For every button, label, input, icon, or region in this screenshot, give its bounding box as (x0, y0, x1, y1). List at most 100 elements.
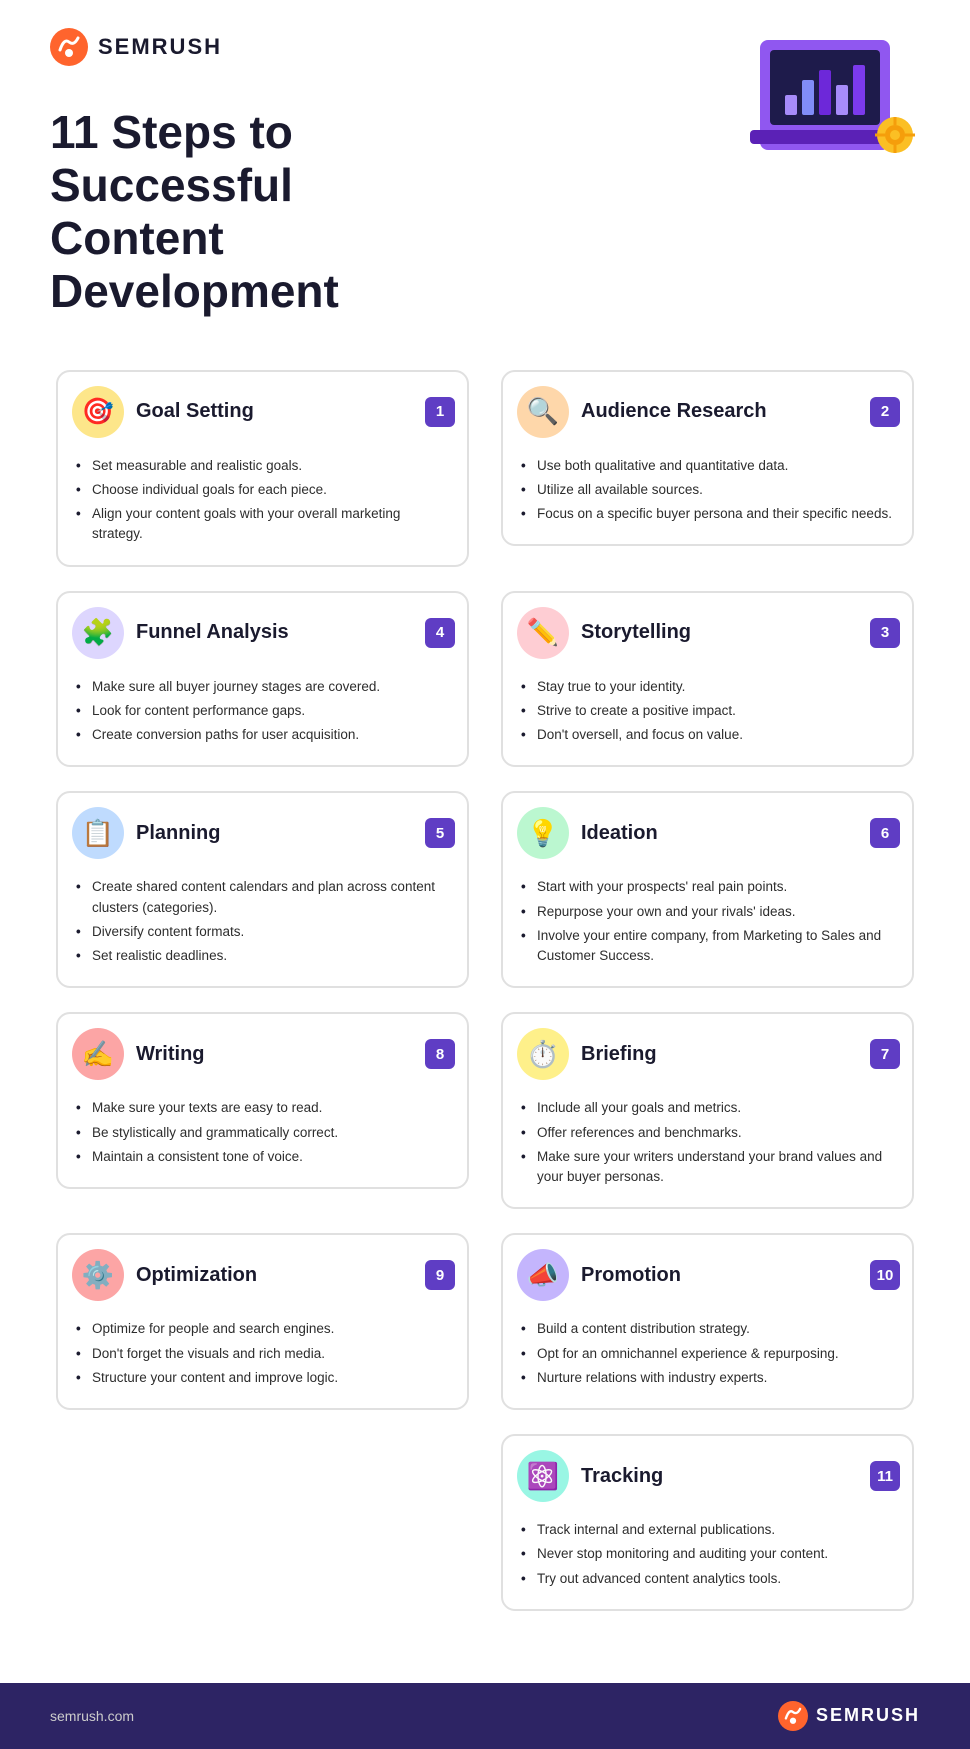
step-number-6: 6 (870, 818, 900, 848)
step-cell-10: 📣 Promotion10 Build a content distribution… (485, 1221, 930, 1422)
step-header-11: ⚛️Tracking11 (503, 1436, 912, 1516)
step-bullets-4: Make sure all buyer journey stages are c… (58, 673, 467, 766)
step-card-2: 🔍 Audience Research2 Use both qualitative … (501, 370, 914, 547)
list-item: Stay true to your identity. (521, 677, 894, 697)
list-item: Build a content distribution strategy. (521, 1319, 894, 1339)
step-number-9: 9 (425, 1260, 455, 1290)
step-bullets-9: Optimize for people and search engines. D… (58, 1315, 467, 1408)
step-header-6: 💡Ideation6 (503, 793, 912, 873)
step-card-4: 🧩 Funnel Analysis4 Make sure all buyer jou… (56, 591, 469, 768)
step-number-3: 3 (870, 618, 900, 648)
step-bullets-6: Start with your prospects' real pain poi… (503, 873, 912, 986)
list-item: Make sure your texts are easy to read. (76, 1098, 449, 1118)
list-item: Never stop monitoring and auditing your … (521, 1544, 894, 1564)
step-header-3: ✏️Storytelling3 (503, 593, 912, 673)
step-bullets-1: Set measurable and realistic goals.Choos… (58, 452, 467, 565)
list-item: Try out advanced content analytics tools… (521, 1569, 894, 1589)
step-number-2: 2 (870, 397, 900, 427)
footer-brand-name: SEMRUSH (816, 1705, 920, 1726)
list-item: Start with your prospects' real pain poi… (521, 877, 894, 897)
step-number-8: 8 (425, 1039, 455, 1069)
list-item: Don't oversell, and focus on value. (521, 725, 894, 745)
list-item: Strive to create a positive impact. (521, 701, 894, 721)
step-title-2: Audience Research (581, 400, 896, 423)
step-title-1: Goal Setting (136, 400, 451, 423)
list-item: Use both qualitative and quantitative da… (521, 456, 894, 476)
list-item: Structure your content and improve logic… (76, 1368, 449, 1388)
list-item: Align your content goals with your overa… (76, 504, 449, 545)
step-cell-8: ✍️ Writing8 Make sure your texts are easy … (40, 1000, 485, 1221)
list-item: Create shared content calendars and plan… (76, 877, 449, 918)
footer-logo: SEMRUSH (778, 1701, 920, 1731)
step-bullets-5: Create shared content calendars and plan… (58, 873, 467, 986)
list-item: Set measurable and realistic goals. (76, 456, 449, 476)
footer-url: semrush.com (50, 1708, 134, 1724)
step-icon-2: 🔍 (517, 386, 569, 438)
step-cell-4: 🧩 Funnel Analysis4 Make sure all buyer jou… (40, 579, 485, 780)
page-title: 11 Steps to Successful Content Developme… (0, 76, 520, 328)
step-icon-9: ⚙️ (72, 1249, 124, 1301)
step-bullets-8: Make sure your texts are easy to read.Be… (58, 1094, 467, 1187)
step-cell-6: 💡Ideation6 Start with your prospects' rea… (485, 779, 930, 1000)
step-bullets-7: Include all your goals and metrics.Offer… (503, 1094, 912, 1207)
step-cell-9: ⚙️ Optimization9 Optimize for people and s… (40, 1221, 485, 1422)
step-cell-3: ✏️Storytelling3 Stay true to your identit… (485, 579, 930, 780)
step-icon-5: 📋 (72, 807, 124, 859)
list-item: Optimize for people and search engines. (76, 1319, 449, 1339)
step-title-4: Funnel Analysis (136, 621, 451, 644)
step-card-6: 💡Ideation6 Start with your prospects' rea… (501, 791, 914, 988)
step-card-11: ⚛️Tracking11 Track internal and external … (501, 1434, 914, 1611)
steps-grid: 🎯Goal Setting1Set measurable and realist… (40, 358, 930, 1623)
list-item: Look for content performance gaps. (76, 701, 449, 721)
step-card-3: ✏️Storytelling3 Stay true to your identit… (501, 591, 914, 768)
step-cell-1: 🎯Goal Setting1Set measurable and realist… (40, 358, 485, 579)
step-icon-4: 🧩 (72, 607, 124, 659)
step-number-4: 4 (425, 618, 455, 648)
list-item: Set realistic deadlines. (76, 946, 449, 966)
empty-cell (40, 1422, 485, 1623)
brand-name: SEMRUSH (98, 34, 222, 60)
step-number-11: 11 (870, 1461, 900, 1491)
hero-illustration (730, 20, 930, 180)
list-item: Focus on a specific buyer persona and th… (521, 504, 894, 524)
step-header-10: 📣 Promotion10 (503, 1235, 912, 1315)
step-cell-11: ⚛️Tracking11 Track internal and external … (485, 1422, 930, 1623)
step-icon-7: ⏱️ (517, 1028, 569, 1080)
step-title-8: Writing (136, 1043, 451, 1066)
step-header-2: 🔍 Audience Research2 (503, 372, 912, 452)
list-item: Don't forget the visuals and rich media. (76, 1344, 449, 1364)
list-item: Make sure all buyer journey stages are c… (76, 677, 449, 697)
step-header-7: ⏱️Briefing7 (503, 1014, 912, 1094)
list-item: Track internal and external publications… (521, 1520, 894, 1540)
step-card-1: 🎯Goal Setting1Set measurable and realist… (56, 370, 469, 567)
list-item: Repurpose your own and your rivals' idea… (521, 902, 894, 922)
step-card-9: ⚙️ Optimization9 Optimize for people and s… (56, 1233, 469, 1410)
step-header-1: 🎯Goal Setting1 (58, 372, 467, 452)
step-title-10: Promotion (581, 1264, 896, 1287)
step-icon-6: 💡 (517, 807, 569, 859)
list-item: Opt for an omnichannel experience & repu… (521, 1344, 894, 1364)
step-title-9: Optimization (136, 1264, 451, 1287)
footer: semrush.com SEMRUSH (0, 1683, 970, 1749)
step-title-3: Storytelling (581, 621, 896, 644)
list-item: Utilize all available sources. (521, 480, 894, 500)
list-item: Involve your entire company, from Market… (521, 926, 894, 967)
list-item: Include all your goals and metrics. (521, 1098, 894, 1118)
step-header-9: ⚙️ Optimization9 (58, 1235, 467, 1315)
step-number-1: 1 (425, 397, 455, 427)
step-icon-10: 📣 (517, 1249, 569, 1301)
list-item: Diversify content formats. (76, 922, 449, 942)
step-bullets-10: Build a content distribution strategy. Op… (503, 1315, 912, 1408)
step-header-8: ✍️ Writing8 (58, 1014, 467, 1094)
step-cell-5: 📋Planning5Create shared content calendar… (40, 779, 485, 1000)
step-bullets-2: Use both qualitative and quantitative da… (503, 452, 912, 545)
list-item: Make sure your writers understand your b… (521, 1147, 894, 1188)
logo: SEMRUSH (50, 28, 222, 66)
step-card-8: ✍️ Writing8 Make sure your texts are easy … (56, 1012, 469, 1189)
step-icon-8: ✍️ (72, 1028, 124, 1080)
step-card-5: 📋Planning5Create shared content calendar… (56, 791, 469, 988)
step-title-5: Planning (136, 822, 451, 845)
footer-logo-icon (778, 1701, 808, 1731)
step-number-10: 10 (870, 1260, 900, 1290)
step-card-7: ⏱️Briefing7Include all your goals and me… (501, 1012, 914, 1209)
